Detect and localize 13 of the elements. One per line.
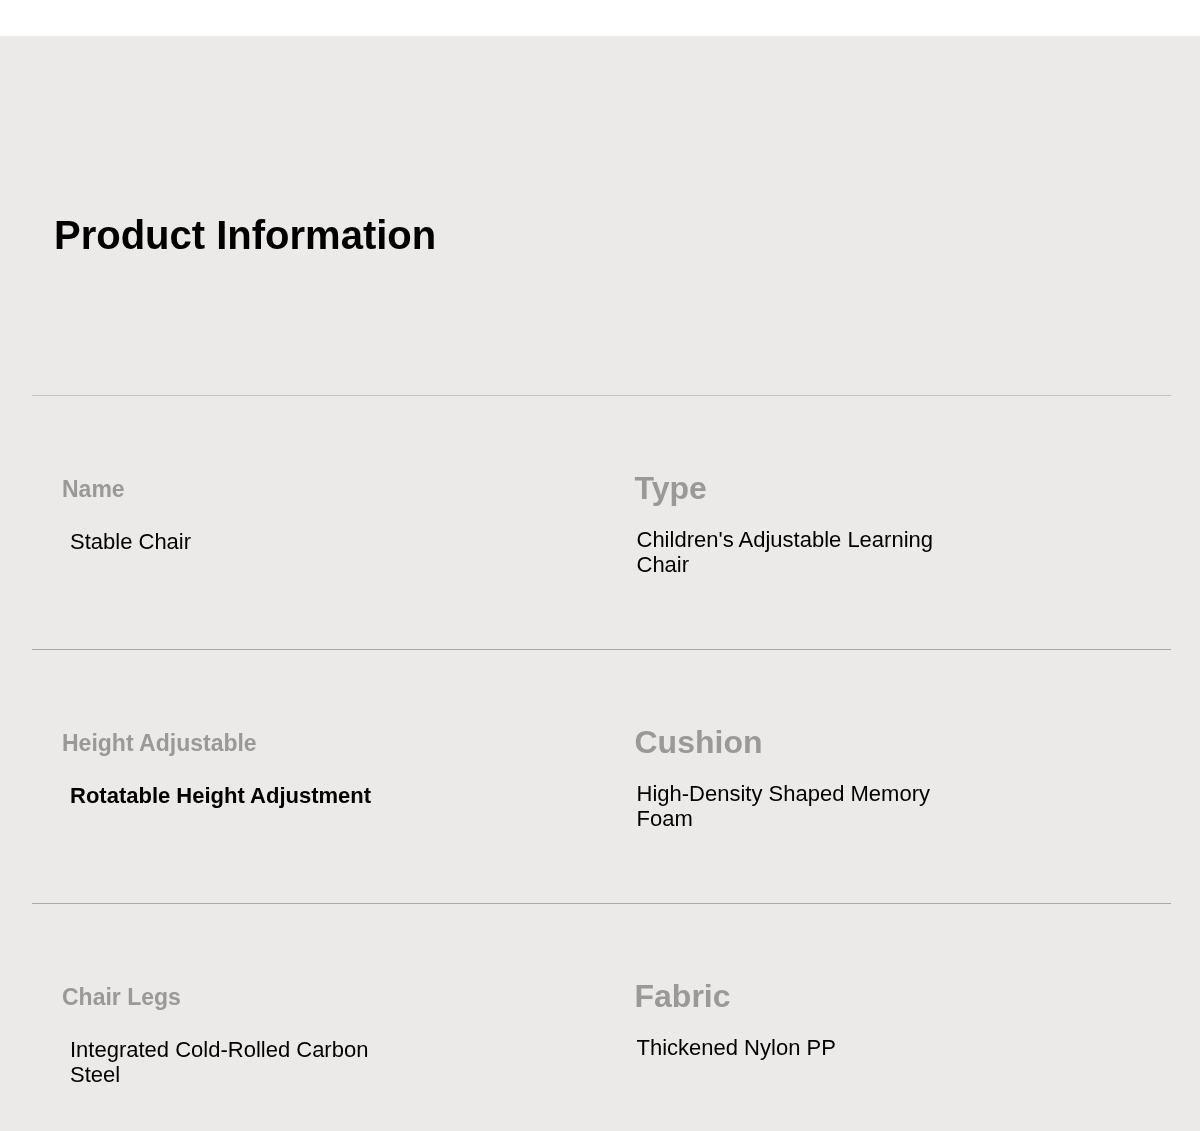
spec-label: Name — [62, 476, 125, 503]
spec-value: Integrated Cold-Rolled Carbon Steel — [69, 1037, 370, 1087]
spec-value: Stable Chair — [69, 529, 192, 554]
page-title: Product Information — [54, 213, 437, 258]
spec-value: Children's Adjustable Learning Chair — [635, 527, 934, 577]
spec-label: Chair Legs — [62, 984, 181, 1011]
spec-value: High-Density Shaped Memory Foam — [635, 781, 931, 831]
spec-label: Fabric — [634, 978, 731, 1015]
spec-value: Rotatable Height Adjustment — [69, 783, 372, 808]
spec-value: Thickened Nylon PP — [635, 1035, 836, 1060]
spec-label: Type — [634, 470, 707, 507]
spec-label: Height Adjustable — [62, 730, 257, 757]
spec-label: Cushion — [634, 724, 763, 761]
